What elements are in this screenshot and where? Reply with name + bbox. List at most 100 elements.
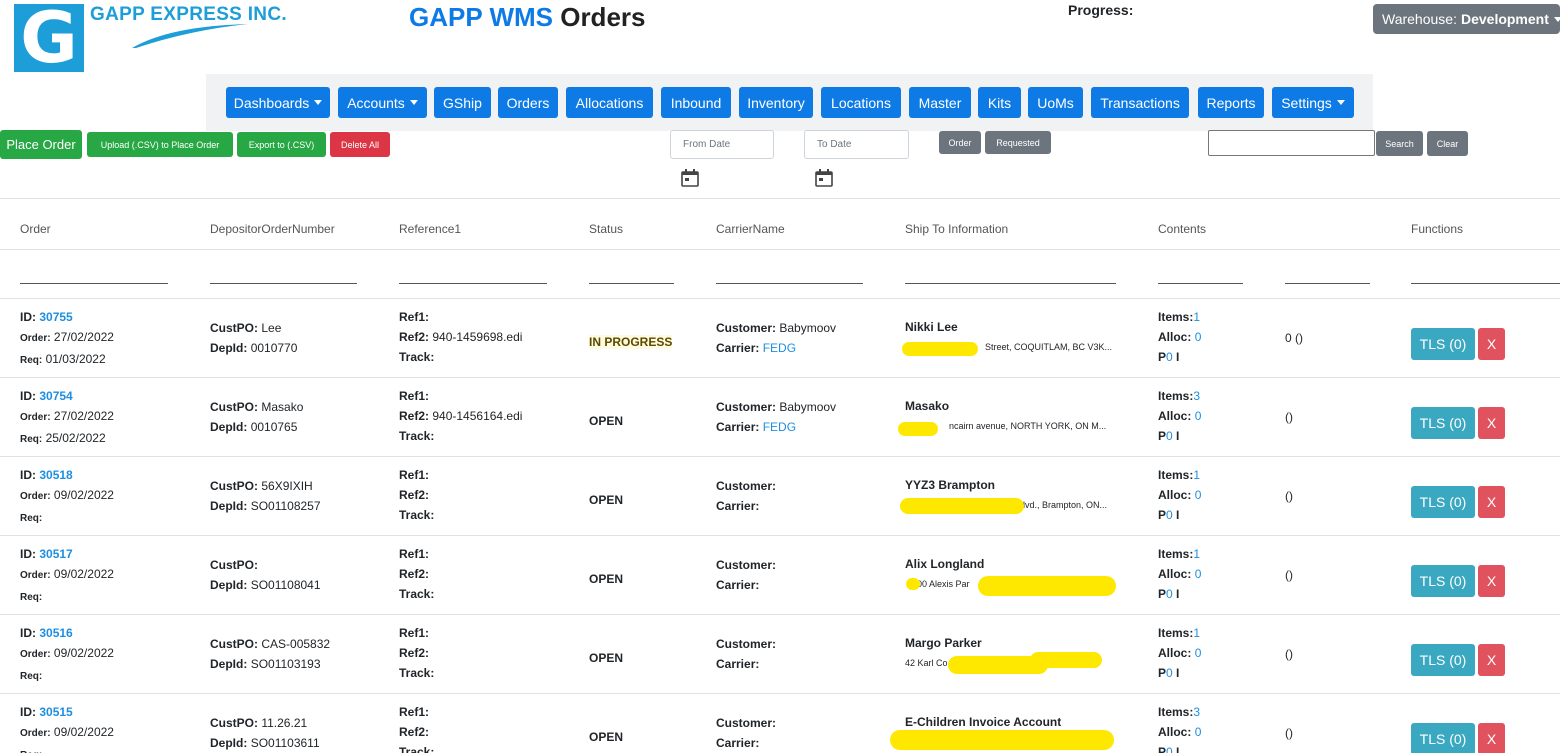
nav-settings[interactable]: Settings [1272,87,1354,118]
picked-link[interactable]: 0 [1166,508,1173,522]
nav-allocations[interactable]: Allocations [566,87,653,118]
order-date-toggle[interactable]: Order [939,131,981,154]
nav-gship[interactable]: GShip [434,87,491,118]
tls-button[interactable]: TLS (0) [1411,644,1475,676]
alloc-link[interactable]: 0 [1195,330,1202,344]
to-date-input[interactable]: To Date [804,130,909,159]
place-order-button[interactable]: Place Order [0,130,82,159]
filter-input-carrier[interactable] [716,283,863,284]
alloc-link[interactable]: 0 [1195,567,1202,581]
reference-cell: Ref1: Ref2: 940-1456164.edi Track: [399,389,523,443]
order-id-link[interactable]: 30754 [39,389,72,403]
alloc-link[interactable]: 0 [1195,646,1202,660]
column-header-carrier-name[interactable]: CarrierName [716,222,785,236]
reference-cell: Ref1: Ref2: 940-1459698.edi Track: [399,310,523,364]
items-link[interactable]: 1 [1193,468,1200,482]
alloc-link[interactable]: 0 [1195,409,1202,423]
order-id-link[interactable]: 30755 [39,310,72,324]
nav-locations[interactable]: Locations [821,87,901,118]
depositor-cell: CustPO: Masako DepId: 0010765 [210,400,304,434]
column-header-ship-to[interactable]: Ship To Information [905,222,1008,236]
status-badge: OPEN [589,572,624,586]
filter-input-depositor[interactable] [210,283,357,284]
column-header-depositor-order-number[interactable]: DepositorOrderNumber [210,222,335,236]
requested-date-toggle[interactable]: Requested [985,131,1051,154]
nav-uoms[interactable]: UoMs [1028,87,1083,118]
items-link[interactable]: 1 [1193,310,1200,324]
nav-orders[interactable]: Orders [498,87,558,118]
carrier-cell: Customer: Carrier: [716,558,777,592]
order-cell: ID: 30518 Order: 09/02/2022 Req: [20,468,114,524]
delete-row-button[interactable]: X [1478,328,1505,360]
delete-row-button[interactable]: X [1478,723,1505,753]
order-id-link[interactable]: 30516 [39,626,72,640]
order-id-link[interactable]: 30517 [39,547,72,561]
filter-input-contents[interactable] [1158,283,1243,284]
reference-cell: Ref1: Ref2: Track: [399,468,435,522]
items-link[interactable]: 1 [1193,626,1200,640]
from-date-input[interactable]: From Date [670,130,774,159]
items-link[interactable]: 3 [1193,705,1200,719]
nav-transactions[interactable]: Transactions [1091,87,1189,118]
extra-info: () [1285,410,1293,424]
tls-button[interactable]: TLS (0) [1411,723,1475,753]
search-input[interactable] [1208,130,1375,156]
tls-button[interactable]: TLS (0) [1411,486,1475,518]
picked-link[interactable]: 0 [1166,587,1173,601]
delete-row-button[interactable]: X [1478,407,1505,439]
carrier-link[interactable]: FEDG [763,341,796,355]
calendar-icon[interactable] [814,168,834,188]
nav-master[interactable]: Master [909,87,971,118]
delete-all-button[interactable]: Delete All [330,132,390,157]
carrier-cell: Customer: Carrier: [716,479,777,513]
filter-input-status[interactable] [589,283,674,284]
alloc-link[interactable]: 0 [1195,725,1202,739]
status-badge: OPEN [589,651,624,665]
column-header-status[interactable]: Status [589,222,623,236]
filter-input-functions[interactable] [1411,283,1560,284]
delete-row-button[interactable]: X [1478,644,1505,676]
upload-csv-button[interactable]: Upload (.CSV) to Place Order [87,132,233,157]
carrier-cell: Customer: Babymoov Carrier: FEDG [716,400,837,434]
filter-input-reference[interactable] [399,283,547,284]
delete-row-button[interactable]: X [1478,486,1505,518]
nav-inbound[interactable]: Inbound [661,87,731,118]
filter-input-order[interactable] [20,283,168,284]
warehouse-dropdown[interactable]: Warehouse: Development [1373,4,1560,34]
delete-row-button[interactable]: X [1478,565,1505,597]
progress-label: Progress: [1068,2,1134,18]
picked-link[interactable]: 0 [1166,350,1173,364]
clear-button[interactable]: Clear [1427,131,1468,156]
filter-input-ship-to[interactable] [905,283,1116,284]
column-header-order[interactable]: Order [20,222,51,236]
picked-link[interactable]: 0 [1166,429,1173,443]
column-header-contents[interactable]: Contents [1158,222,1206,236]
picked-link[interactable]: 0 [1166,745,1173,753]
order-id-link[interactable]: 30518 [39,468,72,482]
nav-dashboards[interactable]: Dashboards [226,87,330,118]
nav-inventory[interactable]: Inventory [739,87,813,118]
order-cell: ID: 30754 Order: 27/02/2022 Req: 25/02/2… [20,389,114,445]
carrier-link[interactable]: FEDG [763,420,796,434]
items-link[interactable]: 1 [1193,547,1200,561]
column-header-reference1[interactable]: Reference1 [399,222,461,236]
items-link[interactable]: 3 [1193,389,1200,403]
calendar-icon[interactable] [680,168,700,188]
tls-button[interactable]: TLS (0) [1411,407,1475,439]
export-csv-button[interactable]: Export to (.CSV) [237,132,326,157]
tls-button[interactable]: TLS (0) [1411,328,1475,360]
search-button[interactable]: Search [1376,131,1423,156]
order-cell: ID: 30516 Order: 09/02/2022 Req: [20,626,114,682]
tls-button[interactable]: TLS (0) [1411,565,1475,597]
nav-reports[interactable]: Reports [1198,87,1264,118]
nav-kits[interactable]: Kits [978,87,1021,118]
picked-link[interactable]: 0 [1166,666,1173,680]
filter-input-extra[interactable] [1285,283,1370,284]
depositor-cell: CustPO: 56X9IXIH DepId: SO01108257 [210,479,321,513]
alloc-link[interactable]: 0 [1195,488,1202,502]
extra-info: () [1285,489,1293,503]
carrier-cell: Customer: Babymoov Carrier: FEDG [716,321,837,355]
contents-cell: Items:3 Alloc: 0 P0 I [1158,389,1202,443]
order-id-link[interactable]: 30515 [39,705,72,719]
nav-accounts[interactable]: Accounts [338,87,427,118]
